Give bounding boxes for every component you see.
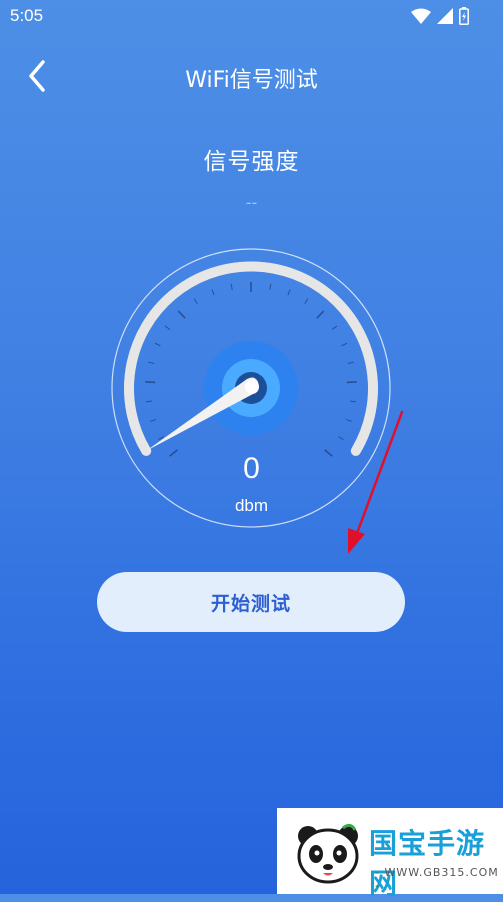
gauge-reading: 0 [243, 452, 260, 485]
watermark: 国宝手游网 - WWW.GB315.COM - [277, 808, 503, 900]
signal-strength-value: -- [245, 193, 258, 212]
battery-icon [459, 7, 469, 29]
status-icons [411, 7, 469, 29]
signal-strength-label: 信号强度 [203, 149, 300, 175]
panda-logo-icon [297, 823, 359, 884]
gauge-needle-cap [245, 380, 259, 394]
gauge-tick [304, 298, 309, 304]
gauge-tick [341, 342, 348, 347]
wifi-icon [411, 8, 431, 28]
gauge-tick [164, 325, 171, 330]
gauge-tick [145, 381, 156, 384]
gauge-tick [316, 310, 325, 319]
gauge-tick [193, 298, 198, 304]
gauge-tick [150, 418, 157, 422]
gauge-tick [211, 289, 215, 296]
gauge-tick [230, 283, 233, 290]
watermark-url: - WWW.GB315.COM - [375, 866, 499, 892]
status-time: 5:05 [10, 6, 44, 25]
start-test-button[interactable]: 开始测试 [97, 572, 405, 632]
top-bar: WiFi信号测试 [0, 50, 503, 106]
cellular-signal-icon [437, 8, 453, 28]
gauge-tick [350, 400, 357, 403]
gauge-tick [346, 381, 357, 384]
page-title: WiFi信号测试 [185, 68, 318, 93]
gauge-tick [154, 342, 161, 347]
gauge-tick [347, 361, 354, 365]
gauge-tick [331, 325, 338, 330]
gauge-tick [269, 283, 272, 290]
gauge-tick [287, 289, 291, 296]
annotation-arrow [348, 410, 404, 554]
gauge-tick [177, 310, 186, 319]
gauge-unit: dbm [234, 496, 269, 515]
gauge-tick [148, 361, 155, 365]
status-bar: 5:05 [0, 0, 503, 34]
gauge-tick [145, 400, 152, 403]
